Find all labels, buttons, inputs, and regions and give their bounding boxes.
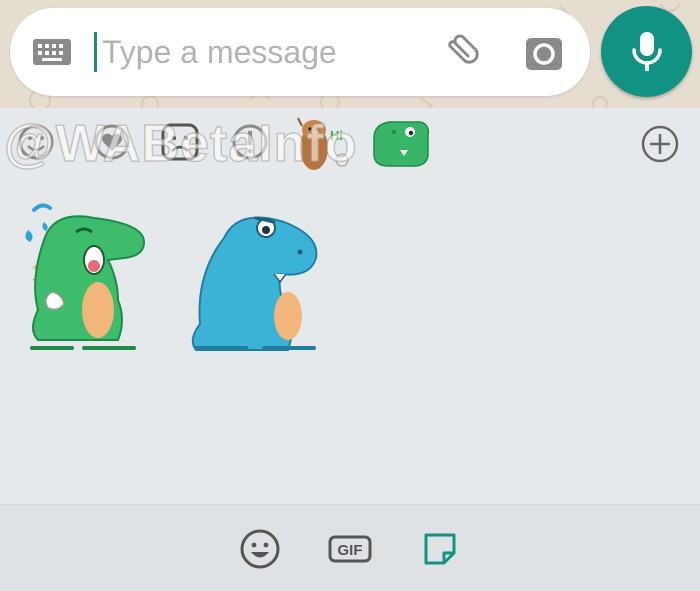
- sticker-grid: [0, 178, 700, 504]
- sticker-tab-button[interactable]: [418, 527, 462, 571]
- tab-recent[interactable]: [14, 120, 58, 164]
- dino-sticker-icon: [373, 121, 430, 167]
- sad-face-icon: [161, 123, 199, 161]
- emoji-tab-button[interactable]: [238, 527, 282, 571]
- sticker-tabs-bar: Hi @WABetaInfo: [0, 108, 700, 178]
- message-input-bar: Type a message: [10, 8, 590, 96]
- message-input[interactable]: Type a message: [102, 34, 337, 70]
- gif-tab-button[interactable]: GIF: [328, 527, 372, 571]
- keyboard-icon[interactable]: [32, 38, 72, 66]
- gif-label: GIF: [338, 542, 363, 559]
- clock-smile-icon: [18, 124, 54, 160]
- gif-icon: GIF: [328, 535, 372, 563]
- tab-bunny-pack[interactable]: Hi: [290, 112, 354, 174]
- tab-sad[interactable]: [158, 120, 202, 164]
- sticker-sad-blue-dino[interactable]: [188, 208, 328, 354]
- microphone-icon: [631, 31, 662, 71]
- microphone-button[interactable]: [601, 6, 692, 97]
- emoji-icon: [240, 529, 280, 569]
- sticker-crying-green-dino[interactable]: [14, 200, 154, 354]
- heart-icon: [94, 124, 130, 160]
- plus-circle-icon: [641, 125, 679, 163]
- bunny-sticker-icon: Hi: [297, 117, 349, 170]
- camera-icon[interactable]: [524, 34, 564, 72]
- tab-favorites[interactable]: [90, 120, 134, 164]
- text-cursor: [94, 32, 97, 72]
- emoji-gif-sticker-bar: GIF: [0, 504, 700, 591]
- add-sticker-pack-button[interactable]: [640, 124, 680, 164]
- tab-alert[interactable]: [228, 120, 272, 164]
- tab-dino-pack[interactable]: [370, 116, 432, 170]
- exclamation-icon: [232, 124, 268, 160]
- paperclip-icon[interactable]: [438, 30, 482, 74]
- sticker-icon: [424, 533, 456, 565]
- bunny-pack-label: Hi: [330, 128, 343, 143]
